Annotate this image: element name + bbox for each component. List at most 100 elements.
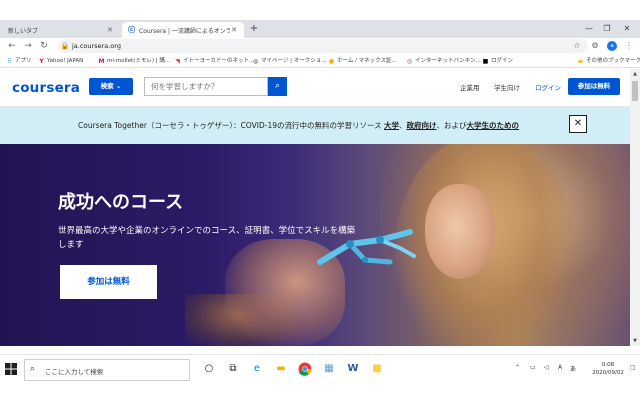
browser-tab-strip: 新しいタブ ✕ ⓒ Coursera | 一流講師によるオンライ ✕ + — ❐… (0, 20, 640, 38)
profile-avatar-icon[interactable]: a (607, 41, 617, 51)
explore-button[interactable]: 検索 ⌄ (89, 78, 133, 95)
star-bookmark-icon[interactable]: ☆ (571, 40, 583, 52)
maximize-button[interactable]: ❐ (600, 22, 614, 36)
tab-coursera[interactable]: ⓒ Coursera | 一流講師によるオンライ ✕ (122, 22, 244, 38)
bookmarks-bar: ⠿ アプリ Y Yahoo! JAPAN M mi-mollet(ミモレ) | … (0, 54, 640, 68)
login-link[interactable]: ログイン (535, 82, 561, 92)
bookmark-label: Yahoo! JAPAN (47, 58, 84, 64)
monex-icon: ● (328, 57, 335, 65)
page-scrollbar[interactable]: ▲ ▼ (630, 69, 640, 346)
hero-title: 成功へのコース (58, 192, 184, 213)
banner-link-students[interactable]: 大学生のための (467, 121, 520, 130)
covid-banner: Coursera Together（コーセラ・トゥゲザー）：COVID-19の流… (0, 107, 630, 144)
apps-grid-icon: ⠿ (7, 57, 12, 65)
windows-start-icon[interactable] (4, 362, 18, 376)
coursera-logo[interactable]: coursera (12, 80, 80, 96)
scroll-up-icon[interactable]: ▲ (630, 69, 640, 79)
clock-date: 2020/09/02 (592, 370, 624, 376)
network-icon[interactable]: ▭ (530, 364, 536, 371)
file-explorer-icon[interactable]: ▬ (274, 362, 288, 376)
tab-title: 新しいタブ (8, 27, 39, 35)
banner-sep: 、 (399, 121, 407, 130)
bookmark-other[interactable]: ▬ その他のブックマーク (577, 54, 640, 68)
bookmark-label: ホーム / マネックス証... (337, 58, 397, 64)
forward-arrow-icon[interactable]: → (22, 40, 34, 52)
new-tab-button[interactable]: + (248, 23, 260, 35)
reload-icon[interactable]: ↻ (38, 40, 50, 52)
signup-button[interactable]: 参加は無料 (568, 78, 620, 95)
taskbar-clock[interactable]: 0:08 2020/09/02 (588, 361, 628, 377)
itoyokado-icon: ◥ (175, 57, 180, 65)
globe-icon: ◍ (252, 57, 259, 65)
ime-mode[interactable]: あ (570, 364, 576, 373)
cortana-icon[interactable]: ○ (202, 362, 216, 376)
extension-icon[interactable]: ⚙ (589, 40, 601, 52)
windows-taskbar: ⌕ ここに入力して検索 ○ ⧉ e ▬ ▦ W ■ ⌃ ▭ ◁ A あ 0:08… (0, 354, 640, 384)
edge-icon[interactable]: e (250, 362, 264, 376)
bookmark-banking[interactable]: ◎ インターネットバンキン... (406, 54, 481, 68)
hero-signup-button[interactable]: 参加は無料 (60, 265, 157, 299)
folder-icon: ▬ (577, 57, 584, 65)
chrome-icon[interactable] (298, 362, 312, 376)
bookmark-label: アプリ (15, 58, 32, 64)
search-button[interactable]: ⌕ (268, 77, 287, 96)
url-text[interactable]: ja.coursera.org (72, 39, 121, 53)
scroll-thumb[interactable] (632, 81, 638, 101)
word-icon[interactable]: W (346, 362, 360, 376)
tab-title: Coursera | 一流講師によるオンライ (139, 27, 230, 35)
ime-indicator[interactable]: A (558, 364, 562, 371)
bookmark-mimollet[interactable]: M mi-mollet(ミモレ) | 講... (98, 54, 171, 68)
store-icon[interactable]: ▦ (322, 362, 336, 376)
bookmark-itoyokado[interactable]: ◥ イトーヨーカドーのネット... (174, 54, 254, 68)
hero-person-face (425, 184, 495, 279)
bookmark-monex[interactable]: ● ホーム / マネックス証... (328, 54, 397, 68)
menu-kebab-icon[interactable]: ⋮ (623, 40, 635, 52)
bookmark-apps[interactable]: ⠿ アプリ (6, 54, 32, 68)
taskbar-search-text: ここに入力して検索 (45, 368, 104, 376)
bookmark-login[interactable]: ■ ログイン (482, 54, 513, 68)
site-header: coursera 検索 ⌄ ⌕ 企業用 学生向け ログイン 参加は無料 (0, 69, 630, 107)
screen: 新しいタブ ✕ ⓒ Coursera | 一流講師によるオンライ ✕ + — ❐… (0, 0, 640, 400)
address-bar-row: ← → ↻ 🔒 ja.coursera.org ☆ ⚙ a ⋮ (0, 38, 640, 54)
hero-section: 成功へのコース 世界最高の大学や企業のオンラインでのコース、証明書、学位でスキル… (0, 144, 630, 346)
bookmark-label: その他のブックマーク (586, 58, 640, 64)
volume-icon[interactable]: ◁ (544, 364, 549, 371)
banner-link-government[interactable]: 政府向け (407, 121, 437, 130)
tab-new-tab[interactable]: 新しいタブ ✕ (2, 22, 120, 38)
coursera-favicon-icon: ⓒ (128, 26, 135, 34)
chrome-logo (298, 362, 312, 376)
bookmark-yahoo[interactable]: Y Yahoo! JAPAN (38, 54, 83, 68)
close-icon[interactable]: ✕ (106, 26, 114, 34)
search-input[interactable] (144, 77, 268, 96)
student-link[interactable]: 学生向け (494, 82, 520, 92)
clock-time: 0:08 (601, 362, 615, 368)
tray-up-arrow-icon[interactable]: ⌃ (515, 364, 520, 371)
sticky-notes-icon[interactable]: ■ (370, 362, 384, 376)
bookmark-label: ログイン (491, 58, 514, 64)
window-close-button[interactable]: ✕ (620, 22, 634, 36)
search-icon: ⌕ (274, 81, 281, 91)
bank-icon: ◎ (406, 57, 413, 65)
login-icon: ■ (482, 57, 489, 65)
banner-prefix: Coursera Together（コーセラ・トゥゲザー）：COVID-19の流… (78, 121, 385, 130)
omnibox[interactable]: 🔒 ja.coursera.org (58, 39, 588, 53)
bottom-margin (0, 384, 640, 400)
lock-icon[interactable]: 🔒 (60, 39, 70, 53)
bookmark-auction[interactable]: ◍ マイページ | オークショ... (252, 54, 327, 68)
banner-link-university[interactable]: 大学 (384, 121, 399, 130)
banner-close-button[interactable]: ✕ (569, 115, 587, 133)
scroll-down-icon[interactable]: ▼ (630, 336, 640, 346)
notification-icon[interactable]: ▢ (630, 364, 636, 371)
close-icon[interactable]: ✕ (230, 26, 238, 34)
bookmark-label: インターネットバンキン... (415, 58, 481, 64)
search-icon: ⌕ (30, 364, 36, 374)
enterprise-link[interactable]: 企業用 (460, 82, 480, 92)
back-arrow-icon[interactable]: ← (6, 40, 18, 52)
top-margin (0, 0, 640, 20)
bookmark-label: mi-mollet(ミモレ) | 講... (107, 58, 171, 64)
banner-text: Coursera Together（コーセラ・トゥゲザー）：COVID-19の流… (78, 120, 519, 131)
minimize-button[interactable]: — (582, 22, 596, 36)
taskbar-search-box[interactable]: ⌕ ここに入力して検索 (24, 359, 190, 381)
mimollet-icon: M (98, 57, 105, 65)
task-view-icon[interactable]: ⧉ (226, 362, 240, 376)
